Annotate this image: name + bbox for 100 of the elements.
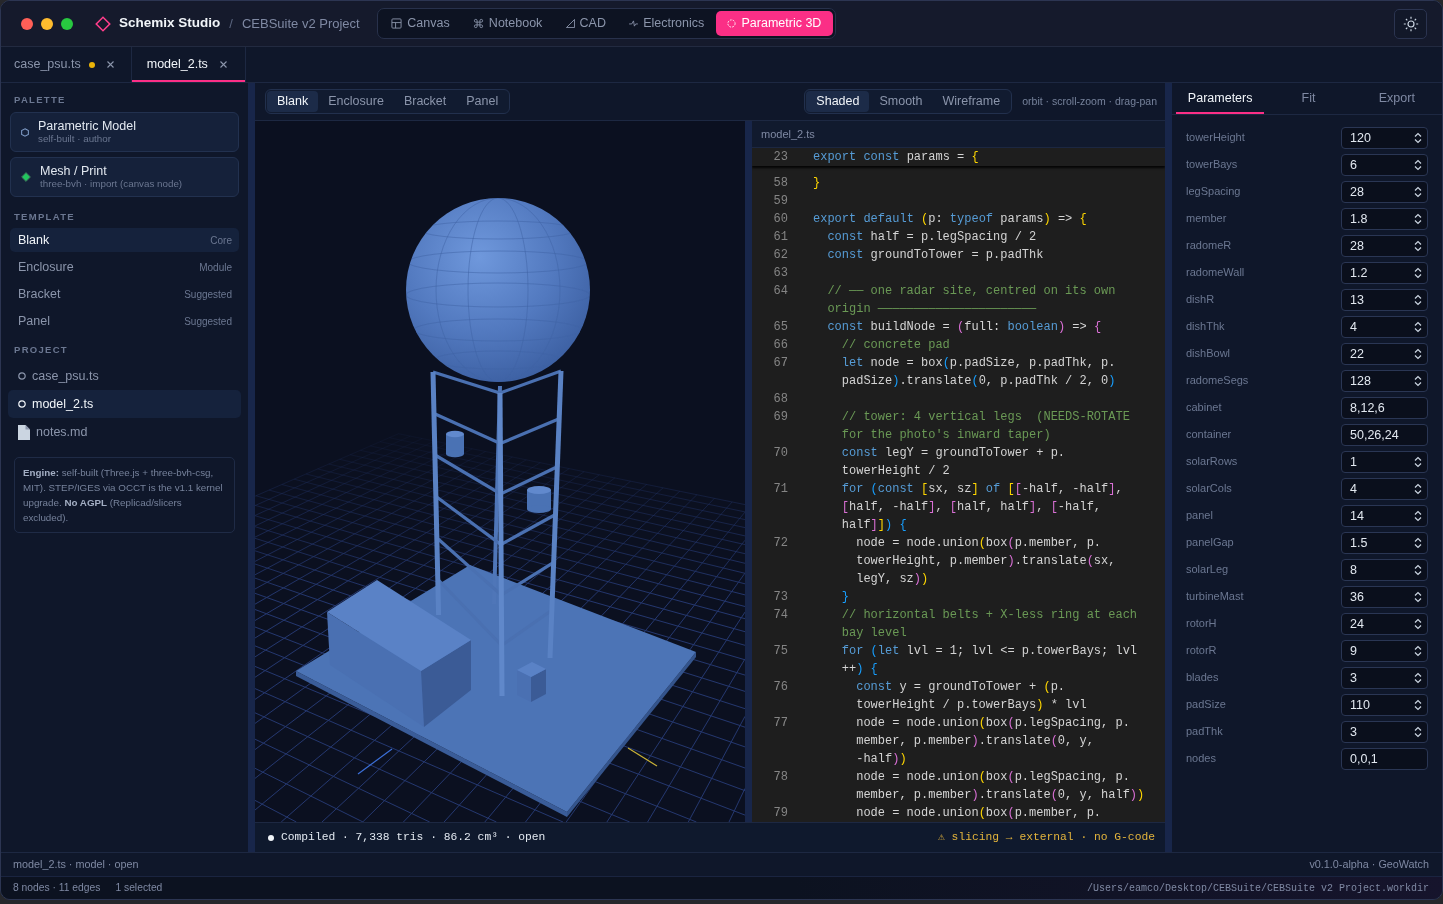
parameter-input[interactable]: 128 xyxy=(1341,369,1428,392)
parameter-input[interactable]: 8,12,6 xyxy=(1341,396,1428,419)
stepper-icon[interactable] xyxy=(1414,374,1422,387)
file-tab[interactable]: case_psu.ts xyxy=(1,47,132,82)
stepper-icon[interactable] xyxy=(1414,293,1422,306)
template-option[interactable]: Enclosure xyxy=(318,91,394,112)
panel-tab[interactable]: Export xyxy=(1352,83,1441,114)
code-line: [half, -half], [half, half], [-half, xyxy=(841,499,1102,516)
template-item[interactable]: Blank Core xyxy=(10,228,239,252)
panel-tab[interactable]: Parameters xyxy=(1176,83,1265,114)
stepper-icon[interactable] xyxy=(1414,590,1422,603)
stepper-icon[interactable] xyxy=(1414,617,1422,630)
stepper-icon[interactable] xyxy=(1414,212,1422,225)
stepper-icon[interactable] xyxy=(1414,509,1422,522)
close-icon[interactable] xyxy=(106,61,114,68)
mode-tab[interactable]: Electronics xyxy=(617,11,716,36)
template-item[interactable]: Bracket Suggested xyxy=(10,282,239,306)
file-tab[interactable]: model_2.ts xyxy=(131,47,246,82)
template-item[interactable]: Enclosure Module xyxy=(10,255,239,279)
theme-toggle-button[interactable] xyxy=(1394,8,1427,39)
stepper-icon[interactable] xyxy=(1414,131,1422,144)
parameter-input[interactable]: 13 xyxy=(1341,288,1428,311)
stepper-icon[interactable] xyxy=(1414,563,1422,576)
code-line: node = node.union(box(p.member, p. xyxy=(856,805,1102,822)
parameter-input[interactable]: 1.2 xyxy=(1341,261,1428,284)
code-line: member, p.member).translate(0, y, xyxy=(856,733,1094,750)
radome-sphere[interactable] xyxy=(406,198,590,382)
parameter-input[interactable]: 1.5 xyxy=(1341,531,1428,554)
template-option[interactable]: Bracket xyxy=(393,91,457,112)
parameter-input[interactable]: 28 xyxy=(1341,234,1428,257)
template-tag: Module xyxy=(199,259,232,275)
splitter-handle[interactable] xyxy=(745,121,752,822)
stepper-icon[interactable] xyxy=(1414,347,1422,360)
template-option[interactable]: Blank xyxy=(267,91,319,112)
stepper-icon[interactable] xyxy=(1414,455,1422,468)
mode-tab[interactable]: Parametric 3D xyxy=(715,11,833,36)
parameter-input[interactable]: 28 xyxy=(1341,180,1428,203)
parameter-input[interactable]: 1.8 xyxy=(1341,207,1428,230)
code-line: // —— one radar site, centred on its own xyxy=(827,283,1116,300)
template-item[interactable]: Panel Suggested xyxy=(10,309,239,333)
cylinder-tank[interactable] xyxy=(446,430,464,458)
stepper-icon[interactable] xyxy=(1414,239,1422,252)
stepper-icon[interactable] xyxy=(1414,482,1422,495)
splitter-handle[interactable] xyxy=(248,83,255,852)
stepper-icon[interactable] xyxy=(1414,266,1422,279)
parameter-input[interactable]: 9 xyxy=(1341,639,1428,662)
window-minimize-icon[interactable] xyxy=(41,17,53,30)
parameter-input[interactable]: 120 xyxy=(1341,126,1428,149)
palette-item[interactable]: Mesh / Print three-bvh · import (canvas node) xyxy=(10,157,239,197)
line-number: 74 xyxy=(772,607,788,624)
parameter-input[interactable]: 6 xyxy=(1341,153,1428,176)
parameter-input[interactable]: 24 xyxy=(1341,612,1428,635)
mode-tab[interactable]: Notebook xyxy=(461,11,554,36)
palette-item[interactable]: Parametric Model self-built · author xyxy=(10,112,239,152)
mode-tab[interactable]: Canvas xyxy=(379,11,462,36)
shading-option[interactable]: Shaded xyxy=(806,91,870,112)
code-line: const y = groundToTower + (p. xyxy=(856,679,1066,696)
shading-option[interactable]: Wireframe xyxy=(932,91,1011,112)
parameter-input[interactable]: 22 xyxy=(1341,342,1428,365)
3d-viewport[interactable] xyxy=(255,121,745,822)
code-line: half]]) { xyxy=(841,517,907,534)
stepper-icon[interactable] xyxy=(1414,671,1422,684)
parameter-input[interactable]: 4 xyxy=(1341,477,1428,500)
template-option[interactable]: Panel xyxy=(456,91,509,112)
parameter-input[interactable]: 14 xyxy=(1341,504,1428,527)
palette-item-detail: self-built · author xyxy=(38,133,112,145)
section-heading: PROJECT xyxy=(13,344,69,356)
close-icon[interactable] xyxy=(219,61,227,68)
lattice-tower[interactable] xyxy=(430,369,564,696)
splitter-handle[interactable] xyxy=(1165,83,1172,852)
project-file[interactable]: model_2.ts xyxy=(8,390,241,418)
parameter-input[interactable]: 3 xyxy=(1341,720,1428,743)
cylinder-tank[interactable] xyxy=(527,486,551,513)
parameter-label: member xyxy=(1186,211,1227,227)
parameter-input[interactable]: 50,26,24 xyxy=(1341,423,1428,446)
parameter-input[interactable]: 110 xyxy=(1341,693,1428,716)
project-file[interactable]: notes.md xyxy=(8,418,241,446)
stepper-icon[interactable] xyxy=(1414,644,1422,657)
code-line: // tower: 4 vertical legs (NEEDS-ROTATE xyxy=(841,409,1130,426)
shading-option[interactable]: Smooth xyxy=(869,91,933,112)
stepper-icon[interactable] xyxy=(1414,536,1422,549)
parameter-input[interactable]: 0,0,1 xyxy=(1341,747,1428,770)
parameter-label: solarCols xyxy=(1186,481,1232,497)
project-file[interactable]: case_psu.ts xyxy=(8,362,241,390)
stepper-icon[interactable] xyxy=(1414,725,1422,738)
equipment-cabinet[interactable] xyxy=(327,580,471,727)
panel-tab[interactable]: Fit xyxy=(1264,83,1353,114)
parameter-input[interactable]: 36 xyxy=(1341,585,1428,608)
parameter-input[interactable]: 1 xyxy=(1341,450,1428,473)
parameter-input[interactable]: 4 xyxy=(1341,315,1428,338)
mode-tab[interactable]: CAD xyxy=(553,11,618,36)
window-close-icon[interactable] xyxy=(21,17,33,30)
stepper-icon[interactable] xyxy=(1414,185,1422,198)
stepper-icon[interactable] xyxy=(1414,158,1422,171)
window-zoom-icon[interactable] xyxy=(61,17,73,30)
stepper-icon[interactable] xyxy=(1414,698,1422,711)
line-number: 68 xyxy=(772,391,788,408)
stepper-icon[interactable] xyxy=(1414,320,1422,333)
parameter-input[interactable]: 3 xyxy=(1341,666,1428,689)
parameter-input[interactable]: 8 xyxy=(1341,558,1428,581)
